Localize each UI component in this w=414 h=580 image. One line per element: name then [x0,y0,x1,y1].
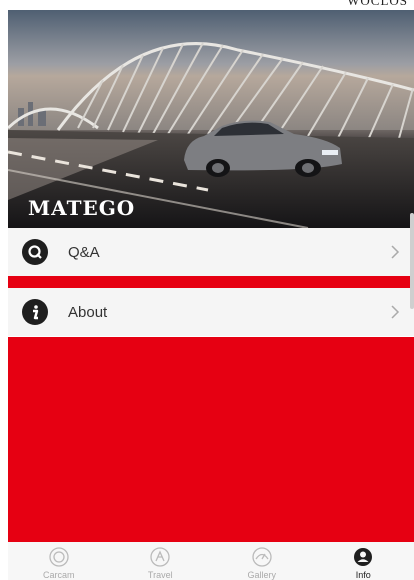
hero-banner: MATEGO [8,10,414,228]
menu-item-label: Q&A [68,243,100,261]
tab-info[interactable]: Info [313,542,414,580]
q-icon [22,239,48,265]
content-area [8,337,414,542]
brand-logo: MATEGO [28,196,136,220]
menu-item-label: About [68,303,108,321]
status-text: WOCLOS [347,0,408,8]
chevron-right-icon [390,304,404,320]
scrollbar[interactable] [410,213,414,309]
info-icon [22,299,48,325]
route-icon [150,547,170,567]
tab-label: Travel [147,570,173,580]
tab-label: Gallery [247,570,276,580]
tab-label: Info [355,570,371,580]
chevron-right-icon [390,244,404,260]
status-bar: WOCLOS [0,0,414,10]
menu-item-about[interactable]: About [8,288,414,336]
bottom-tab-bar: Carcam Travel Gallery Info [8,542,414,580]
gauge-icon [252,547,272,567]
tab-carcam[interactable]: Carcam [8,542,110,580]
camera-lens-icon [49,547,69,567]
divider [8,276,414,288]
tab-gallery[interactable]: Gallery [211,542,313,580]
tab-label: Carcam [42,570,75,580]
menu-item-qa[interactable]: Q&A [8,228,414,276]
tab-travel[interactable]: Travel [110,542,212,580]
user-icon [354,548,373,566]
